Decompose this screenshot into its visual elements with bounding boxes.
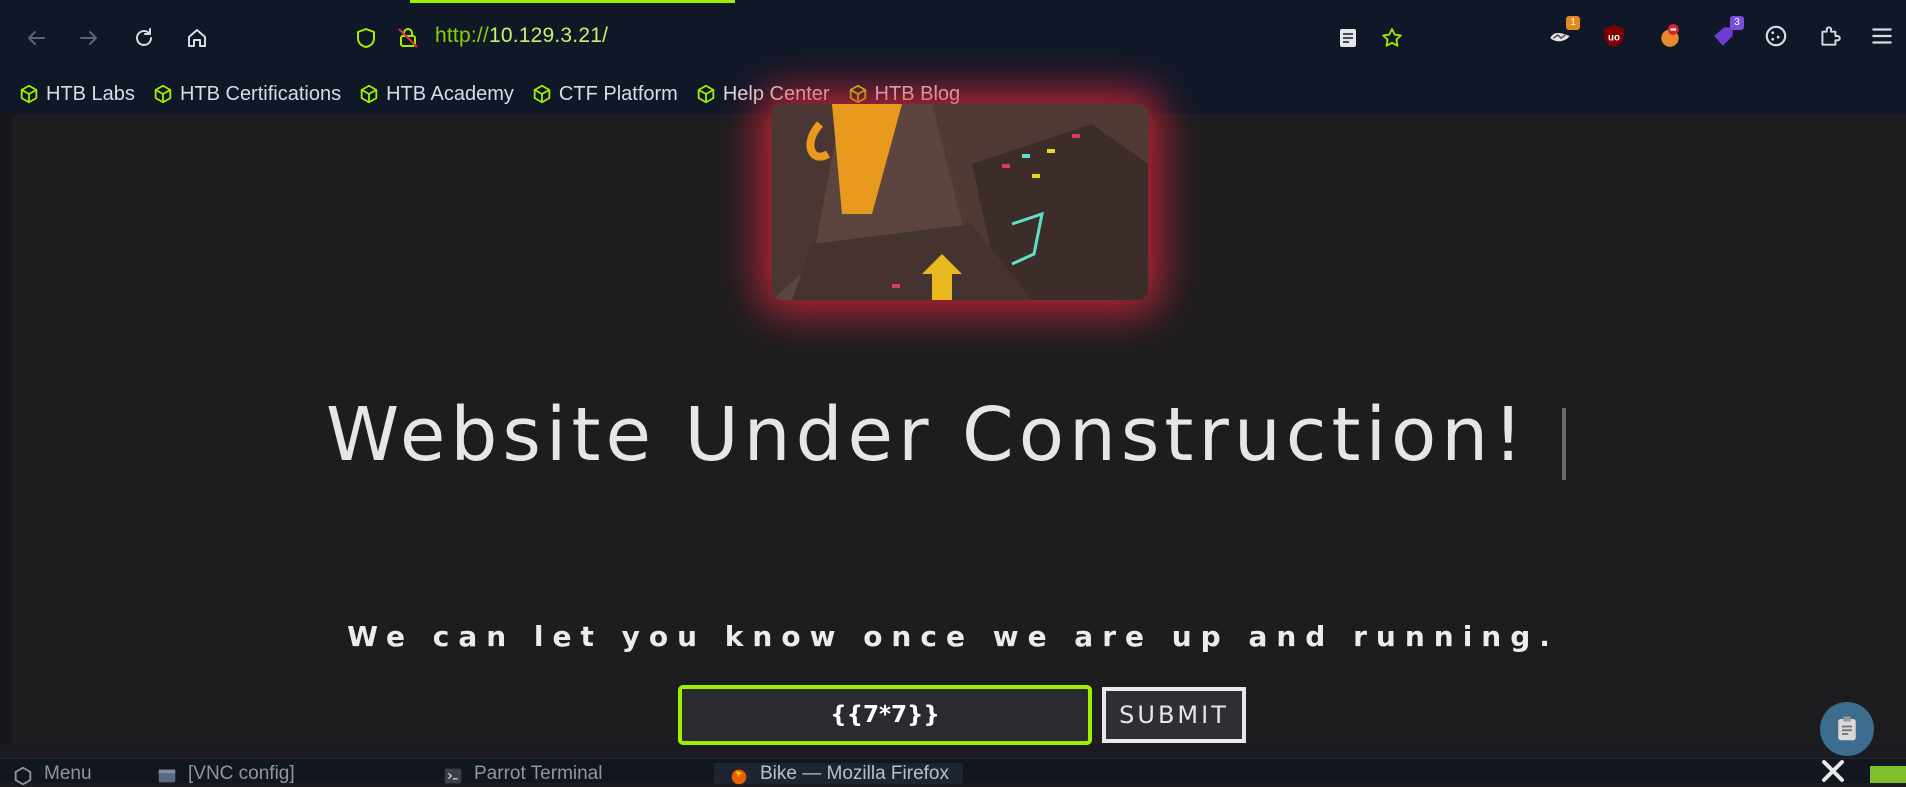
taskbar-firefox[interactable]: Bike — Mozilla Firefox — [714, 763, 963, 785]
ublock-extension[interactable]: uo — [1598, 20, 1630, 52]
bookmark-label: Help Center — [722, 82, 830, 105]
app-menu-button[interactable] — [1866, 20, 1898, 52]
reload-button[interactable] — [128, 22, 160, 54]
page-subtitle: We can let you know once we are up and r… — [347, 620, 1559, 653]
url-protocol: http:// — [435, 24, 489, 47]
taskbar-item-label: [VNC config] — [188, 763, 295, 784]
svg-text:uo: uo — [1608, 32, 1620, 43]
bookmark-label: CTF Platform — [558, 82, 678, 105]
insecure-connection-button[interactable] — [392, 22, 424, 54]
bookmark-label: HTB Blog — [874, 82, 961, 105]
window-icon — [158, 769, 176, 783]
htb-cube-icon — [360, 84, 378, 104]
taskbar-item-label: Menu — [44, 763, 92, 784]
browser-toolbar: http://10.129.3.21/ 1 uo 3 — [0, 0, 1906, 74]
bookmark-htb-academy[interactable]: HTB Academy — [358, 83, 514, 106]
bookmark-label: HTB Academy — [386, 82, 514, 105]
taskbar-vnc-config[interactable]: [VNC config] — [156, 763, 295, 784]
clipboard-icon — [1838, 716, 1856, 741]
cookie-editor-extension[interactable] — [1760, 20, 1792, 52]
wappalyzer-badge: 1 — [1566, 16, 1580, 30]
fox-icon — [1661, 24, 1679, 47]
bookmark-htb-certifications[interactable]: HTB Certifications — [152, 83, 341, 106]
firefox-icon — [731, 769, 747, 785]
clipboard-button[interactable] — [1820, 702, 1874, 756]
taskbar-item-label: Parrot Terminal — [474, 763, 603, 784]
cookie-icon — [1765, 25, 1787, 47]
htb-cube-icon — [154, 84, 172, 104]
active-tab-indicator — [410, 0, 735, 3]
reader-view-icon — [1340, 29, 1356, 47]
typing-cursor — [1562, 408, 1566, 480]
reload-icon — [136, 28, 152, 46]
puzzle-icon — [1821, 26, 1841, 46]
parrot-menu-icon — [14, 766, 32, 786]
htb-cube-icon — [849, 84, 866, 104]
taskbar-item-label: Bike — Mozilla Firefox — [760, 763, 949, 784]
bookmark-star-button[interactable] — [1376, 22, 1408, 54]
tray-indicator — [1870, 766, 1906, 783]
wappalyzer-extension[interactable]: 1 — [1544, 16, 1580, 52]
terminal-icon — [444, 768, 462, 784]
bookmark-htb-labs[interactable]: HTB Labs — [18, 83, 135, 106]
bookmark-ctf-platform[interactable]: CTF Platform — [531, 83, 678, 106]
tracking-protection-button[interactable] — [350, 22, 382, 54]
shield-icon — [357, 28, 375, 48]
foxyproxy-extension[interactable] — [1654, 20, 1686, 52]
htb-cube-icon — [533, 84, 551, 104]
reader-view-button[interactable] — [1332, 22, 1364, 54]
cat-at-console-illustration — [772, 104, 1148, 300]
insecure-lock-icon — [398, 28, 418, 48]
url-text[interactable]: http://10.129.3.21/ — [435, 24, 608, 48]
htb-cube-icon — [697, 84, 715, 104]
arrow-right-icon — [80, 31, 97, 45]
url-host: 10.129.3.21/ — [488, 24, 609, 47]
home-icon — [188, 29, 206, 47]
hamburger-icon — [1872, 28, 1892, 44]
email-input[interactable]: {{7*7}} — [678, 685, 1092, 745]
htb-cube-icon — [20, 84, 38, 104]
tag-extension-badge: 3 — [1730, 16, 1744, 30]
page-headline: Website Under Construction! — [326, 392, 1528, 478]
desktop-taskbar: Menu [VNC config] Parrot Terminal Bike —… — [0, 758, 1906, 786]
star-icon — [1382, 28, 1402, 47]
ublock-shield-icon: uo — [1604, 25, 1624, 47]
forward-button[interactable] — [73, 22, 105, 54]
tag-extension[interactable]: 3 — [1708, 16, 1744, 52]
submit-button[interactable]: SUBMIT — [1102, 687, 1246, 743]
hero-illustration — [772, 104, 1148, 300]
bookmark-label: HTB Certifications — [179, 82, 342, 105]
extensions-button[interactable] — [1814, 20, 1846, 52]
back-button[interactable] — [20, 22, 52, 54]
taskbar-menu[interactable]: Menu — [12, 763, 92, 786]
arrow-left-icon — [28, 31, 45, 45]
taskbar-parrot-terminal[interactable]: Parrot Terminal — [442, 763, 602, 784]
bookmark-help-center[interactable]: Help Center — [695, 83, 830, 106]
close-icon[interactable] — [1818, 760, 1848, 783]
home-button[interactable] — [181, 22, 213, 54]
bookmark-label: HTB Labs — [46, 82, 135, 105]
bookmark-htb-blog[interactable]: HTB Blog — [847, 82, 961, 106]
